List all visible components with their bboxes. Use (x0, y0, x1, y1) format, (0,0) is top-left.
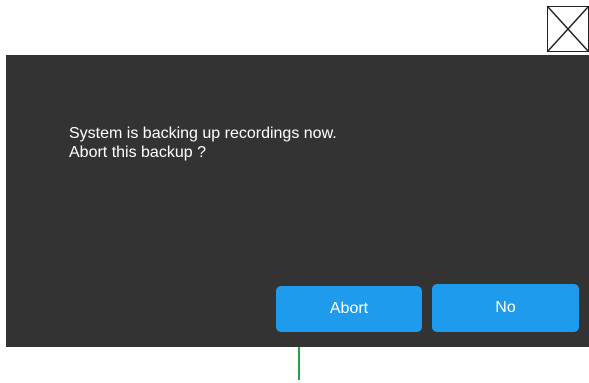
backup-abort-dialog: System is backing up recordings now. Abo… (6, 55, 589, 347)
close-icon (547, 6, 589, 52)
no-button[interactable]: No (432, 284, 579, 332)
abort-button[interactable]: Abort (276, 286, 422, 332)
no-button-label: No (495, 299, 516, 316)
indicator-line (298, 347, 300, 380)
close-button[interactable] (547, 6, 589, 52)
message-line-2: Abort this backup ? (69, 144, 206, 161)
abort-button-label: Abort (329, 300, 369, 317)
message-line-1: System is backing up recordings now. (69, 125, 337, 142)
screen: System is backing up recordings now. Abo… (0, 0, 589, 383)
dialog-message: System is backing up recordings now. Abo… (69, 124, 337, 162)
